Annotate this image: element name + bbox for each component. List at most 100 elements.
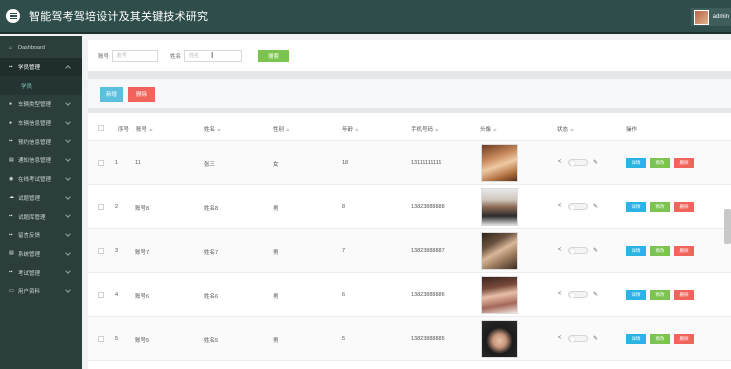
row-phone: 13823888886 [411,292,445,298]
row-index: 1 [115,160,119,166]
edit-button[interactable]: 修改 [650,290,670,300]
bulk-delete-button[interactable]: 删除 [128,86,155,102]
row-gender: 男 [273,294,279,300]
edit-pen-icon[interactable]: ✎ [593,291,598,298]
edit-pen-icon[interactable]: ✎ [593,159,598,166]
share-icon[interactable]: < [558,335,562,341]
edit-button[interactable]: 修改 [650,202,670,212]
status-toggle[interactable] [568,203,588,210]
divider [88,71,731,79]
row-avatar-image [481,276,518,314]
row-name: 姓名5 [204,338,219,344]
sidebar-item-reservation[interactable]: ▪▪ 预约信息管理 [0,132,82,151]
sidebar-item-feedback[interactable]: ▪▪ 留言反馈 [0,226,82,245]
delete-button[interactable]: 删除 [674,202,694,212]
header-account[interactable]: 账号 ≑ [136,125,153,133]
share-icon[interactable]: < [558,247,562,253]
row-avatar-image [481,144,518,182]
table-header: 序号 账号 ≑ 姓名 ≑ 性别 ≑ 年龄 ≑ 手机号码 ≑ 头像 ≑ 状态 ≑ 操作 [88,113,731,141]
cloud-icon: ☁ [9,194,14,201]
sidebar-item-label: 车辆类型管理 [18,102,52,109]
header-index: 序号 [118,127,130,133]
row-phone: 13823888887 [411,248,445,254]
share-icon[interactable]: < [558,203,562,209]
row-checkbox[interactable] [98,248,104,254]
grid-icon: ▪▪ [9,213,13,220]
row-checkbox[interactable] [98,292,104,298]
scrollbar-thumb[interactable] [724,209,731,244]
sidebar-item-profile[interactable]: ▭ 用户资料 [0,282,82,301]
sidebar-item-questions[interactable]: ☁ 试题管理 [0,189,82,208]
delete-button[interactable]: 删除 [674,158,694,168]
menu-toggle-icon[interactable] [6,9,20,23]
sidebar-subitem-student[interactable]: 学员 [0,76,82,96]
detail-button[interactable]: 详情 [626,334,646,344]
chevron-down-icon [65,212,71,219]
detail-button[interactable]: 详情 [626,290,646,300]
row-avatar-image [481,188,518,226]
edit-pen-icon[interactable]: ✎ [593,247,598,254]
header-status[interactable]: 状态 ≑ [557,125,574,133]
search-bar: 账号 账号 姓名 姓名 I 搜索 [88,40,731,71]
edit-pen-icon[interactable]: ✎ [593,203,598,210]
sidebar-item-label: 车辆信息管理 [18,121,52,128]
search-button[interactable]: 搜索 [258,49,290,62]
status-toggle[interactable] [568,159,588,166]
status-toggle[interactable] [568,291,588,298]
header-gender[interactable]: 性别 ≑ [273,125,290,133]
name-input-placeholder: 姓名 [189,53,200,59]
chevron-down-icon [65,287,71,293]
sidebar-item-vehicle-info[interactable]: ● 车辆信息管理 [0,114,82,133]
edit-button[interactable]: 修改 [650,334,670,344]
edit-button[interactable]: 修改 [650,158,670,168]
chevron-down-icon [65,231,71,237]
row-phone: 13823888888 [411,204,445,210]
sidebar-item-vehicle-type[interactable]: ● 车辆类型管理 [0,95,82,114]
sidebar-item-dashboard[interactable]: ⌂ Dashboard [0,39,82,58]
list-icon: ▤ [9,250,14,257]
share-icon[interactable]: < [558,159,562,165]
delete-button[interactable]: 删除 [674,290,694,300]
row-phone: 13823888885 [411,336,445,342]
header-avatar[interactable]: 头像 ≑ [480,125,497,133]
edit-pen-icon[interactable]: ✎ [593,335,598,342]
sidebar: ⌂ Dashboard ▪▪ 学员管理 学员 ● 车辆类型管理 ● 车辆信息管理… [0,36,82,369]
name-input[interactable]: 姓名 I [184,49,243,62]
detail-button[interactable]: 详情 [626,158,646,168]
row-gender: 女 [273,162,279,168]
row-gender: 男 [273,338,279,344]
header-name[interactable]: 姓名 ≑ [204,125,221,133]
header-age[interactable]: 年龄 ≑ [342,125,359,133]
user-icon: ● [9,100,13,107]
detail-button[interactable]: 详情 [626,246,646,256]
row-checkbox[interactable] [98,336,104,342]
user-menu[interactable]: admin [690,8,731,26]
account-input[interactable]: 账号 [112,49,159,62]
row-checkbox[interactable] [98,204,104,210]
sidebar-item-label: 系统管理 [18,251,41,258]
sidebar-item-label: 预约信息管理 [18,139,52,146]
sidebar-item-student-management[interactable]: ▪▪ 学员管理 [0,57,82,77]
header-phone[interactable]: 手机号码 ≑ [411,125,439,133]
select-all-checkbox[interactable] [98,125,104,131]
sidebar-item-label: 用户资料 [18,289,41,296]
sidebar-item-question-bank[interactable]: ▪▪ 试题库管理 [0,207,82,226]
share-icon[interactable]: < [558,291,562,297]
detail-button[interactable]: 详情 [626,202,646,212]
list-icon: ▤ [9,156,14,163]
row-name: 姓名7 [204,250,219,256]
sidebar-item-online-exam[interactable]: ◉ 在线考试管理 [0,170,82,189]
edit-button[interactable]: 修改 [650,246,670,256]
table-row: 2 账号8 姓名8 男 8 13823888888 < ✎ 详情 修改 删除 [88,185,731,229]
add-button[interactable]: 新增 [100,86,123,102]
status-toggle[interactable] [568,247,588,254]
delete-button[interactable]: 删除 [674,246,694,256]
status-toggle[interactable] [568,335,588,342]
sidebar-item-system[interactable]: ▤ 系统管理 [0,245,82,264]
row-name: 姓名8 [204,206,219,212]
sidebar-item-notice[interactable]: ▤ 通知信息管理 [0,151,82,170]
sidebar-item-exam[interactable]: ▪▪ 考试管理 [0,263,82,282]
delete-button[interactable]: 删除 [674,334,694,344]
row-checkbox[interactable] [98,160,104,166]
row-name: 姓名6 [204,294,219,300]
